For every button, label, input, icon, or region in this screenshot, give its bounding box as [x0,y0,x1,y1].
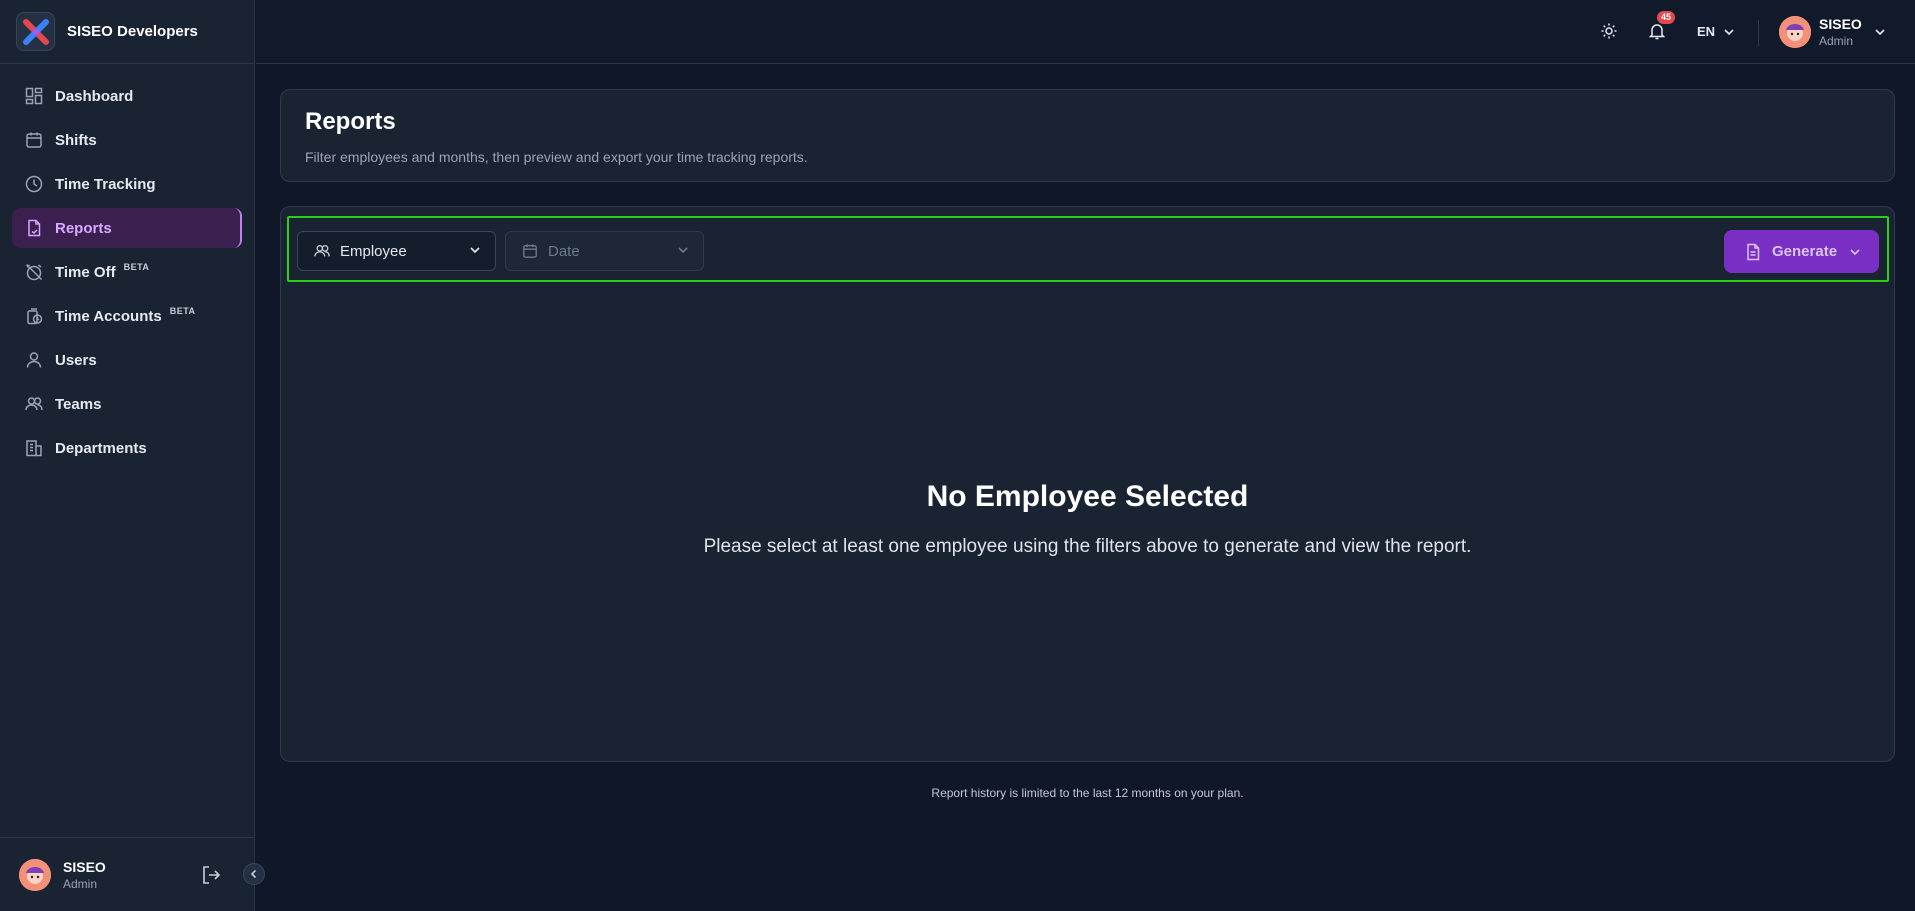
sun-icon[interactable] [1600,22,1618,45]
divider [1758,20,1759,46]
generate-button-label: Generate [1772,243,1838,260]
user-menu[interactable]: SISEO Admin [1779,16,1886,48]
chevron-down-icon [1724,28,1734,35]
sidebar-item-shifts[interactable]: Shifts [12,120,242,160]
language-label: EN [1697,24,1716,39]
chevron-down-icon [1850,248,1860,255]
brand[interactable]: SISEO Developers [0,0,254,64]
chevron-down-icon [1875,29,1885,36]
avatar [1779,16,1811,48]
user-name: SISEO [1819,16,1862,32]
sidebar-item-reports[interactable]: Reports [12,208,242,248]
beta-badge: BETA [123,262,150,272]
calendar-icon [24,130,44,150]
clock-icon [24,174,44,194]
user-meta: SISEO Admin [63,859,106,891]
sidebar-item-label: Time Tracking [55,175,156,193]
sidebar-item-label: Shifts [55,131,97,149]
page-header: Reports Filter employees and months, the… [280,89,1895,182]
language-selector[interactable]: EN [1697,24,1735,39]
report-history-note: Report history is limited to the last 12… [931,786,1244,800]
alarm-off-icon [24,262,44,282]
sidebar-item-time-accounts[interactable]: Time Accounts BETA [12,296,242,336]
sidebar-item-teams[interactable]: Teams [12,384,242,424]
logout-icon[interactable] [200,864,222,891]
sidebar-user: SISEO Admin [0,837,255,911]
page-subtitle: Filter employees and months, then previe… [305,149,808,165]
empty-state-description: Please select at least one employee usin… [703,536,1472,557]
sidebar-item-label: Teams [55,395,102,413]
sidebar-item-time-off[interactable]: Time Off BETA [12,252,242,292]
notification-count-badge: 45 [1657,11,1676,24]
brand-name: SISEO Developers [67,23,198,40]
topbar [256,0,1915,64]
sidebar: SISEO Developers Dashboard Shifts Time T… [0,0,255,911]
date-select-label: Date [548,242,580,260]
users-icon [24,394,44,414]
sidebar-item-time-tracking[interactable]: Time Tracking [12,164,242,204]
user-icon [24,350,44,370]
user-name: SISEO [63,858,106,875]
user-role: Admin [63,876,98,891]
building-icon [24,438,44,458]
users-icon [314,245,330,257]
dashboard-icon [24,86,44,106]
document-icon [1747,243,1760,260]
sidebar-item-dashboard[interactable]: Dashboard [12,76,242,116]
sidebar-item-label: Dashboard [55,87,134,105]
report-icon [24,218,44,238]
empty-state-title: No Employee Selected [926,480,1249,513]
sidebar-item-label: Reports [55,219,112,237]
employee-select[interactable]: Employee [297,231,496,271]
time-accounts-icon [24,306,44,326]
bell-icon[interactable] [1648,22,1666,45]
sidebar-item-departments[interactable]: Departments [12,428,242,468]
user-role: Admin [1819,34,1854,48]
chevron-down-icon [470,247,480,254]
sidebar-item-users[interactable]: Users [12,340,242,380]
calendar-icon [523,244,537,258]
page-title: Reports [305,108,396,135]
generate-button[interactable]: Generate [1724,230,1879,273]
chevron-left-icon [250,869,257,879]
sidebar-item-label: Departments [55,439,147,457]
sidebar-nav: Dashboard Shifts Time Tracking Reports T… [0,64,254,468]
sidebar-item-label: Time Off [55,263,116,281]
brand-logo-icon [16,12,55,51]
avatar[interactable] [19,858,51,891]
sidebar-item-label: Time Accounts [55,307,162,325]
date-select[interactable]: Date [505,231,704,271]
user-meta: SISEO Admin [1819,16,1862,48]
beta-badge: BETA [169,306,196,316]
chevron-down-icon [678,247,688,254]
sidebar-item-label: Users [55,351,97,369]
employee-select-label: Employee [340,242,407,260]
collapse-sidebar-button[interactable] [243,863,265,885]
